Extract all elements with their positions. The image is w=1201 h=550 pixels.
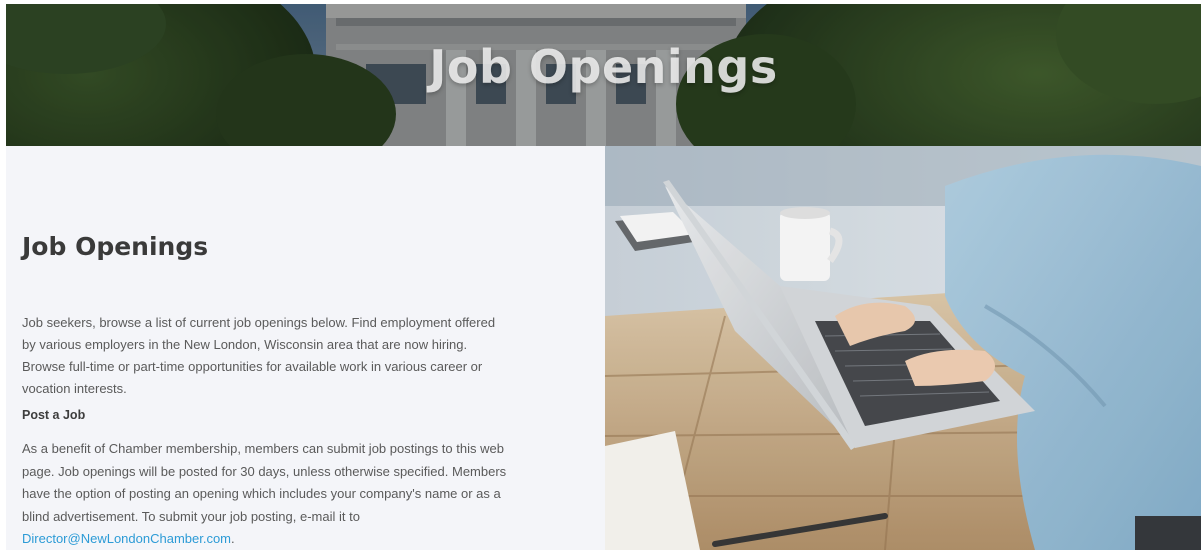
laptop-photo-illustration: [605, 146, 1201, 550]
benefit-end: .: [231, 531, 235, 546]
benefit-paragraph: As a benefit of Chamber membership, memb…: [22, 438, 507, 550]
intro-paragraph: Job seekers, browse a list of current jo…: [22, 315, 496, 396]
page: Job Openings Job Openings Job seekers, b…: [0, 0, 1201, 550]
laptop-photo: [605, 146, 1201, 550]
director-email-link[interactable]: Director@NewLondonChamber.com: [22, 531, 231, 546]
hero-title: Job Openings: [429, 40, 778, 94]
page-title: Job Openings: [22, 232, 209, 261]
benefit-text: As a benefit of Chamber membership, memb…: [22, 441, 507, 524]
post-a-job-heading: Post a Job: [22, 408, 86, 422]
main-content: Job Openings Job seekers, browse a list …: [6, 146, 605, 550]
hero-banner: Job Openings: [6, 4, 1201, 146]
